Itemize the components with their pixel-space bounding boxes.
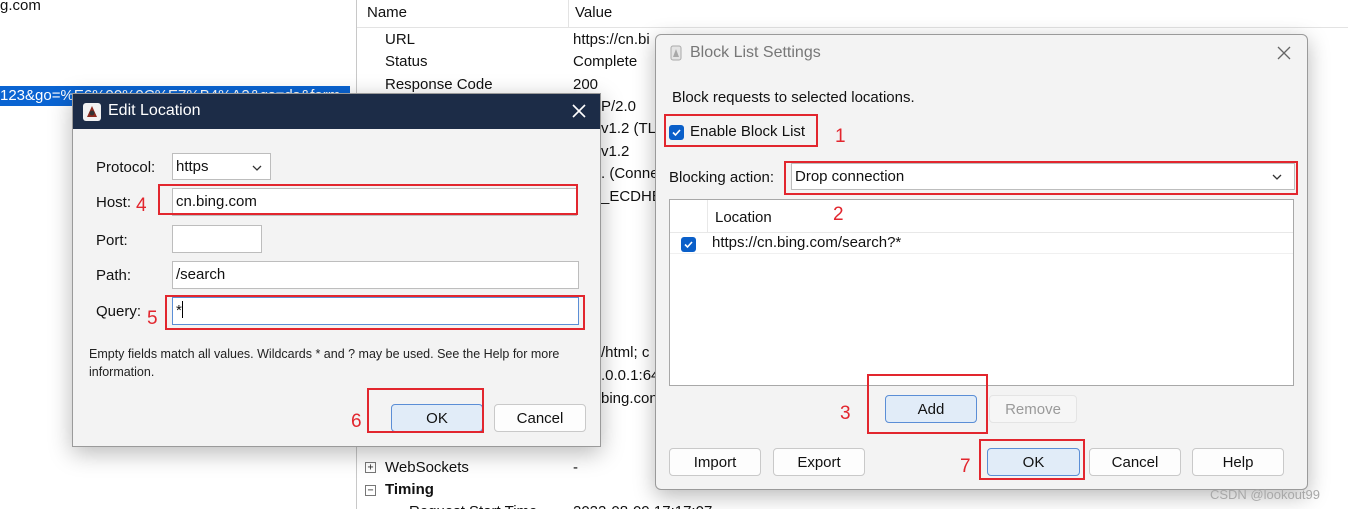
tree-row-host[interactable]: g.com: [0, 0, 41, 16]
check-icon[interactable]: [681, 237, 696, 252]
grid-header: Name Value: [357, 0, 1348, 28]
annotation-box: [367, 388, 484, 433]
column-header-name[interactable]: Name: [367, 4, 407, 21]
host-label: Host:: [96, 194, 132, 211]
prop-value-fragment: v1.2 (TL: [601, 120, 657, 137]
edit-location-cancel-button[interactable]: Cancel: [494, 404, 586, 432]
annotation-box: [867, 374, 988, 434]
location-table-header: Location: [670, 200, 1293, 233]
close-icon[interactable]: [1272, 41, 1296, 65]
location-column-header[interactable]: Location: [715, 209, 772, 226]
prop-value-url: https://cn.bi: [573, 31, 650, 48]
annotation-number: 5: [147, 308, 158, 329]
protocol-select[interactable]: https: [172, 153, 271, 180]
annotation-box: [784, 161, 1298, 195]
edit-location-dialog: Edit Location Protocol: https Host: cn.b…: [72, 93, 601, 447]
edit-location-title-bar[interactable]: Edit Location: [73, 94, 600, 129]
annotation-box: [664, 114, 818, 147]
prop-value-fragment: .0.0.1:64: [601, 367, 660, 384]
protocol-select-value: https: [176, 158, 209, 175]
column-separator: [568, 0, 569, 28]
prop-value-fragment: _ECDHE: [601, 188, 662, 205]
prop-value-status: Complete: [573, 53, 638, 70]
chevron-down-icon: [252, 165, 262, 171]
prop-value-websockets: -: [573, 459, 578, 476]
protocol-label: Protocol:: [96, 159, 156, 176]
path-field[interactable]: /search: [172, 261, 579, 289]
remove-location-button[interactable]: Remove: [989, 395, 1077, 423]
annotation-number: 7: [960, 456, 971, 477]
edit-location-help-text: Empty fields match all values. Wildcards…: [89, 347, 560, 379]
port-field[interactable]: [172, 225, 262, 253]
prop-value-fragment: /html; c: [601, 344, 650, 361]
prop-value-fragment: P/2.0: [601, 98, 637, 115]
port-label: Port:: [96, 232, 128, 249]
prop-section-timing[interactable]: Timing: [385, 479, 434, 501]
charles-app-icon: [669, 45, 683, 61]
minus-icon[interactable]: −: [365, 485, 376, 496]
charles-app-icon: [82, 102, 102, 122]
annotation-number: 4: [136, 195, 147, 216]
block-list-title-bar[interactable]: Block List Settings: [656, 35, 1307, 71]
edit-location-title: Edit Location: [108, 102, 201, 119]
annotation-number: 1: [835, 126, 846, 147]
block-list-title: Block List Settings: [690, 44, 821, 61]
prop-name-request-start-time: Request Start Time: [409, 501, 537, 509]
prop-value-fragment: . (Conne: [601, 165, 659, 182]
prop-name-status: Status: [385, 53, 428, 70]
annotation-number: 3: [840, 403, 851, 424]
annotation-number: 6: [351, 411, 362, 432]
annotation-box: [979, 439, 1085, 480]
prop-name-url: URL: [385, 31, 416, 48]
block-list-cancel-button[interactable]: Cancel: [1089, 448, 1181, 476]
export-button[interactable]: Export: [773, 448, 865, 476]
location-row[interactable]: https://cn.bing.com/search?*: [670, 234, 1293, 254]
path-label: Path:: [96, 267, 132, 284]
watermark: CSDN @lookout99: [1209, 487, 1320, 502]
plus-icon[interactable]: +: [365, 462, 376, 473]
column-header-value[interactable]: Value: [575, 4, 612, 21]
query-label: Query:: [96, 303, 142, 320]
annotation-box: [158, 184, 578, 215]
import-button[interactable]: Import: [669, 448, 761, 476]
annotation-number: 2: [833, 204, 844, 225]
annotation-box: [165, 295, 585, 330]
column-separator: [707, 200, 708, 233]
prop-value-request-start-time: 2022-08-09 17:17:07: [573, 501, 712, 509]
location-table: Location https://cn.bing.com/search?*: [669, 199, 1294, 386]
prop-value-fragment: bing.con: [601, 390, 658, 407]
prop-section-websockets[interactable]: WebSockets: [385, 457, 469, 479]
prop-value-fragment: v1.2: [601, 143, 630, 160]
blocking-action-label: Blocking action:: [669, 169, 775, 186]
close-icon[interactable]: [567, 99, 591, 123]
block-list-help-button[interactable]: Help: [1192, 448, 1284, 476]
block-list-description: Block requests to selected locations.: [672, 89, 915, 106]
location-url: https://cn.bing.com/search?*: [712, 234, 902, 251]
